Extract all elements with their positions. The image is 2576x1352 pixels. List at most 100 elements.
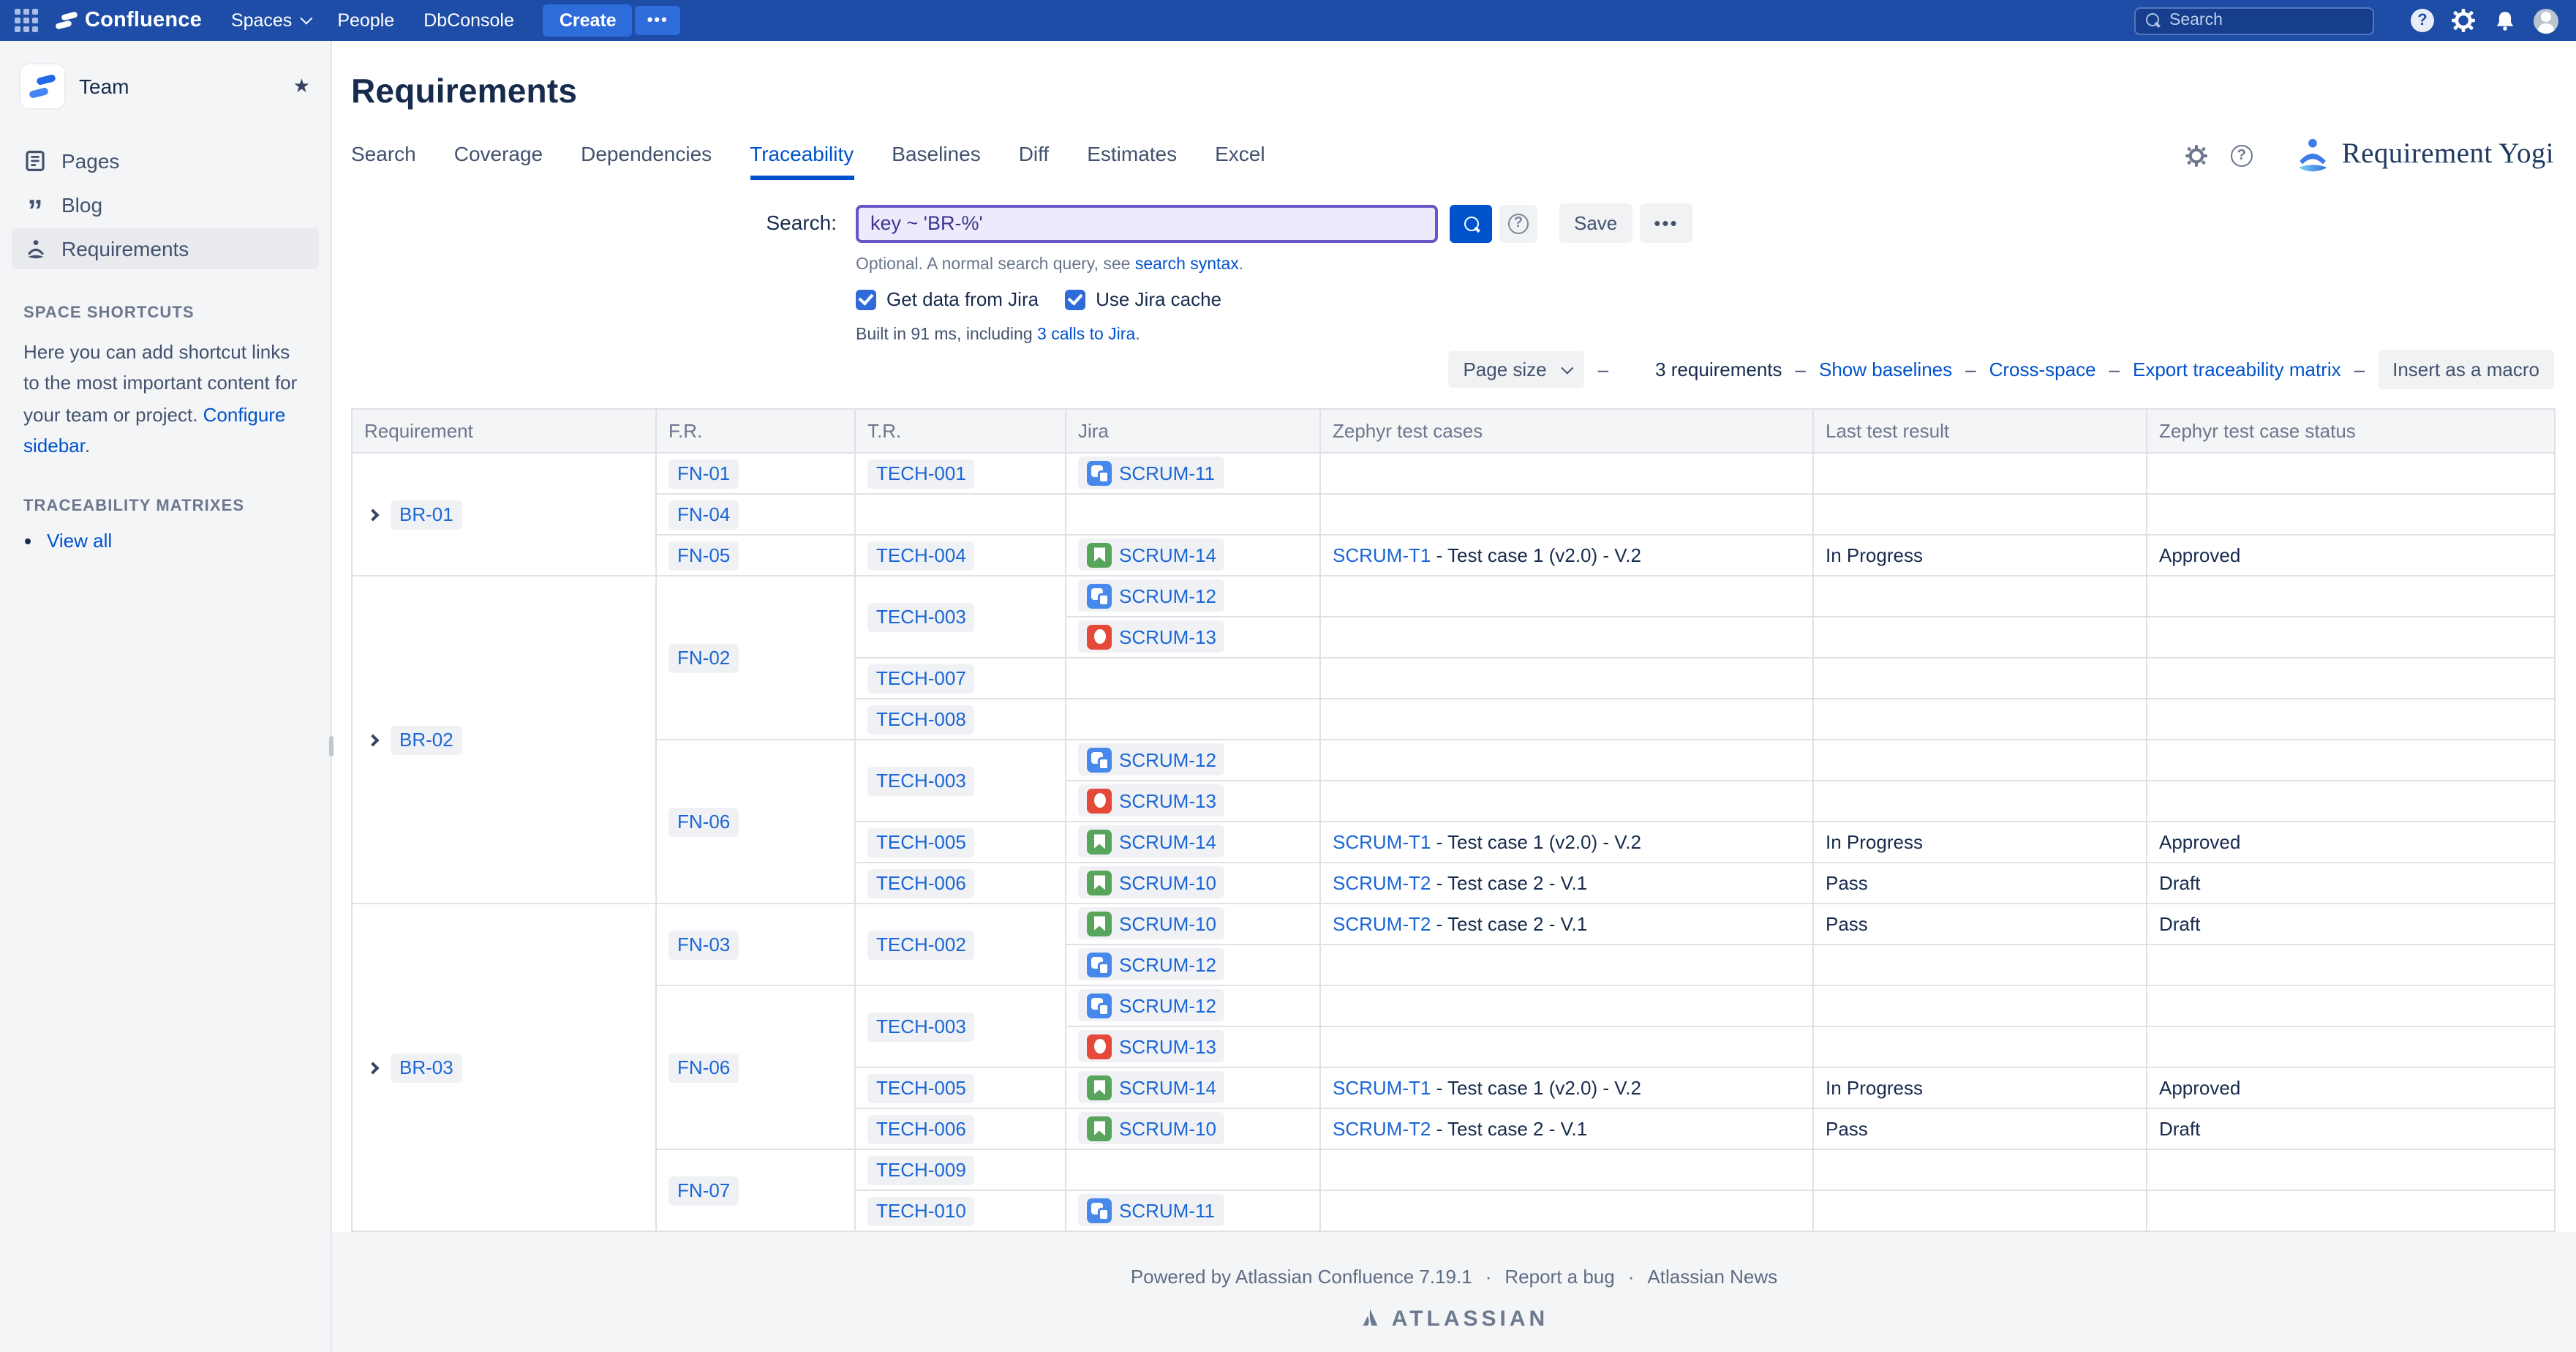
global-search-box[interactable] [2134,7,2374,34]
jira-story-icon [1087,870,1112,895]
run-search-button[interactable] [1450,204,1492,242]
fr-key-link[interactable]: FN-05 [677,544,730,566]
jira-issue-link[interactable]: SCRUM-14 [1119,831,1216,853]
jira-issue-link[interactable]: SCRUM-12 [1119,954,1216,976]
nav-spaces[interactable]: Spaces [231,10,312,31]
tab-search[interactable]: Search [351,142,416,180]
settings-gear-icon[interactable] [2450,7,2477,34]
tr-key-link[interactable]: TECH-003 [876,770,966,792]
jira-issue-link[interactable]: SCRUM-12 [1119,585,1216,607]
query-help-button[interactable]: ? [1499,204,1537,242]
search-syntax-link[interactable]: search syntax [1135,256,1239,274]
export-traceability-matrix-link[interactable]: Export traceability matrix [2133,358,2341,380]
tr-key-link[interactable]: TECH-003 [876,606,966,628]
tr-key-link[interactable]: TECH-003 [876,1015,966,1037]
tab-diff[interactable]: Diff [1019,142,1050,180]
zephyr-test-link[interactable]: SCRUM-T1 [1333,1077,1431,1099]
tab-dependencies[interactable]: Dependencies [581,142,712,180]
fr-key-link[interactable]: FN-04 [677,503,730,525]
jira-issue-link[interactable]: SCRUM-13 [1119,790,1216,812]
insert-as-macro-button[interactable]: Insert as a macro [2378,350,2554,389]
use-jira-cache-checkbox[interactable]: Use Jira cache [1065,288,1221,310]
tab-estimates[interactable]: Estimates [1087,142,1177,180]
space-name[interactable]: Team [79,75,293,98]
page-size-select[interactable]: Page size [1448,351,1585,388]
tr-key-link[interactable]: TECH-006 [876,1118,966,1140]
tr-key-link[interactable]: TECH-009 [876,1159,966,1181]
jira-issue-link[interactable]: SCRUM-10 [1119,872,1216,894]
tr-key-link[interactable]: TECH-002 [876,934,966,955]
sidebar-item-pages[interactable]: Pages [12,140,319,181]
fr-key-link[interactable]: FN-01 [677,462,730,484]
expand-chevron-icon[interactable] [366,1061,380,1074]
requirement-key-link[interactable]: BR-02 [399,729,453,751]
zephyr-test-link[interactable]: SCRUM-T1 [1333,831,1431,853]
calls-to-jira-link[interactable]: 3 calls to Jira [1037,326,1135,344]
save-button[interactable]: Save [1559,203,1632,243]
jira-issue-link[interactable]: SCRUM-10 [1119,913,1216,935]
tab-traceability[interactable]: Traceability [750,142,854,180]
get-data-from-jira-checkbox[interactable]: Get data from Jira [856,288,1039,310]
tr-key-link[interactable]: TECH-007 [876,667,966,689]
fr-key-link[interactable]: FN-06 [677,811,730,833]
fr-key-link[interactable]: FN-02 [677,647,730,669]
atlassian-news-link[interactable]: Atlassian News [1647,1265,1777,1287]
jira-issue-link[interactable]: SCRUM-12 [1119,995,1216,1017]
tr-key-link[interactable]: TECH-008 [876,708,966,730]
cross-space-link[interactable]: Cross-space [1989,358,2096,380]
tr-key-link[interactable]: TECH-005 [876,831,966,853]
zephyr-test-link[interactable]: SCRUM-T1 [1333,544,1431,566]
nav-people[interactable]: People [337,10,394,31]
global-search-input[interactable] [2169,12,2362,29]
zephyr-test-link[interactable]: SCRUM-T2 [1333,913,1431,935]
sidebar-resize-handle[interactable] [329,736,333,756]
tr-cell: TECH-003 [854,575,1066,658]
jira-issue-link[interactable]: SCRUM-13 [1119,1036,1216,1058]
nav-dbconsole[interactable]: DbConsole [423,10,514,31]
sidebar-item-requirements[interactable]: Requirements [12,228,319,269]
app-switcher-icon[interactable] [15,9,38,32]
space-logo-icon[interactable] [20,64,64,108]
jira-issue-link[interactable]: SCRUM-11 [1119,462,1215,484]
jira-issue-link[interactable]: SCRUM-11 [1119,1200,1215,1222]
ry-settings-gear-icon[interactable] [2185,144,2207,166]
zephyr-test-link[interactable]: SCRUM-T2 [1333,1118,1431,1140]
tr-key-link[interactable]: TECH-004 [876,544,966,566]
tab-coverage[interactable]: Coverage [454,142,543,180]
fr-key-link[interactable]: FN-07 [677,1179,730,1201]
jira-issue-link[interactable]: SCRUM-12 [1119,749,1216,771]
tr-key-link[interactable]: TECH-006 [876,872,966,894]
tr-key-link[interactable]: TECH-010 [876,1200,966,1222]
tr-key-link[interactable]: TECH-001 [876,462,966,484]
view-all-link[interactable]: View all [47,530,112,552]
tab-excel[interactable]: Excel [1215,142,1265,180]
key-pill: BR-02 [391,725,462,754]
jira-issue-link[interactable]: SCRUM-13 [1119,626,1216,648]
user-avatar[interactable] [2532,7,2558,34]
fr-key-link[interactable]: FN-03 [677,934,730,955]
notifications-bell-icon[interactable] [2491,7,2517,34]
jira-issue-link[interactable]: SCRUM-10 [1119,1118,1216,1140]
zephyr-test-link[interactable]: SCRUM-T2 [1333,872,1431,894]
expand-chevron-icon[interactable] [366,508,380,521]
help-button[interactable]: ? [2409,7,2436,34]
zephyr-cell: SCRUM-T1 - Test case 1 (v2.0) - V.2 [1319,1067,1814,1109]
nav-more-button[interactable]: ••• [635,6,680,35]
create-button[interactable]: Create [543,4,633,37]
show-baselines-link[interactable]: Show baselines [1819,358,1952,380]
report-a-bug-link[interactable]: Report a bug [1504,1265,1614,1287]
query-input[interactable] [856,204,1438,242]
requirement-key-link[interactable]: BR-01 [399,503,453,525]
tab-baselines[interactable]: Baselines [892,142,980,180]
ry-help-icon[interactable]: ? [2230,144,2253,166]
jira-issue-link[interactable]: SCRUM-14 [1119,544,1216,566]
expand-chevron-icon[interactable] [366,733,380,746]
jira-issue-link[interactable]: SCRUM-14 [1119,1077,1216,1099]
more-actions-button[interactable]: ••• [1639,203,1693,243]
requirement-key-link[interactable]: BR-03 [399,1056,453,1078]
favorite-star-icon[interactable]: ★ [293,75,310,98]
confluence-logo-text[interactable]: Confluence [85,9,202,32]
fr-key-link[interactable]: FN-06 [677,1056,730,1078]
tr-key-link[interactable]: TECH-005 [876,1077,966,1099]
sidebar-item-blog[interactable]: ” Blog [12,184,319,226]
